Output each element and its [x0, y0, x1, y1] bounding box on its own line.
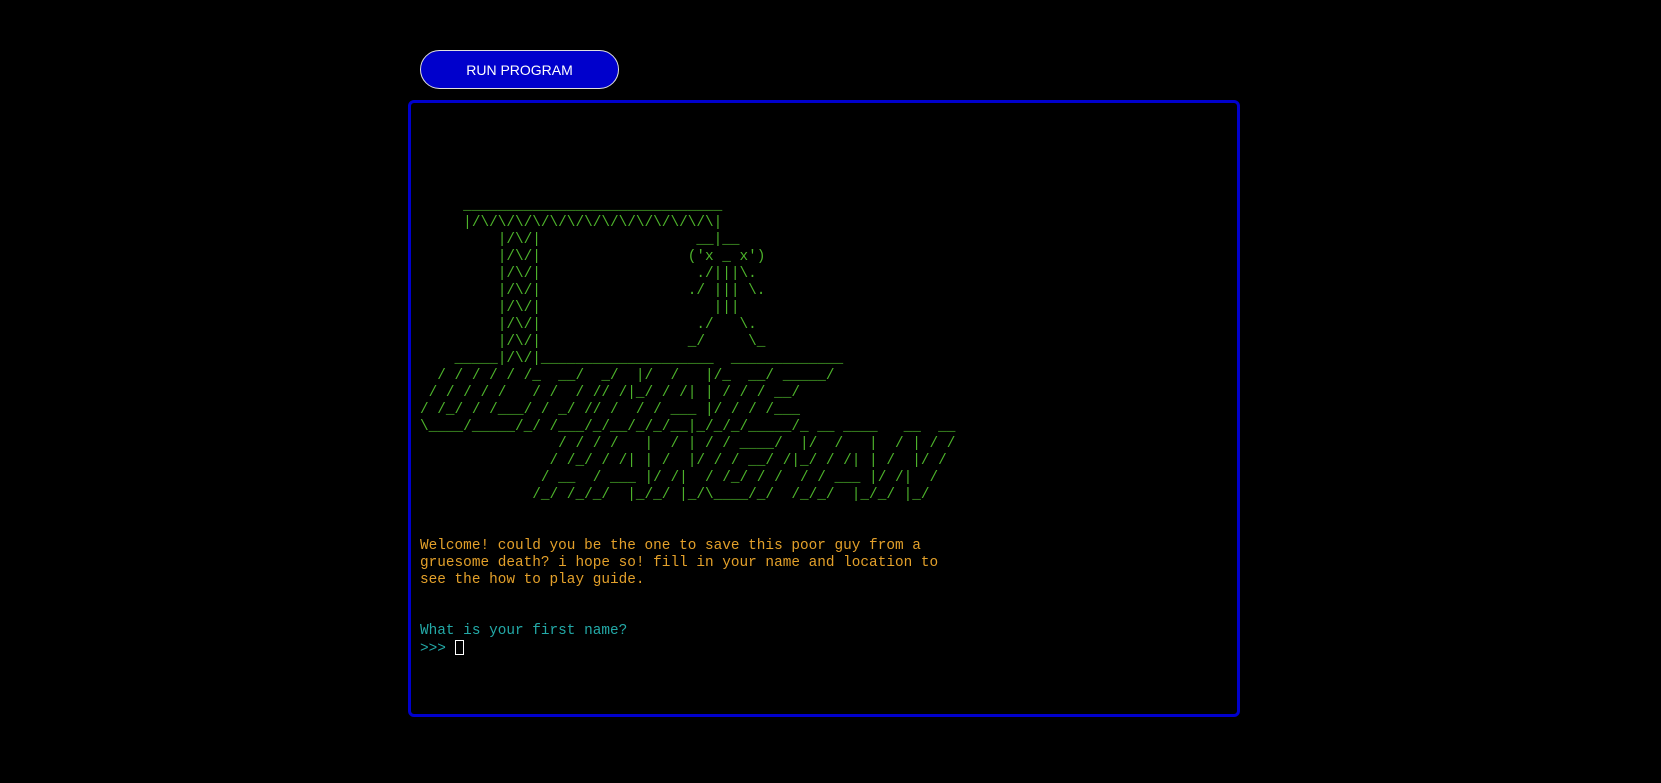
text-cursor[interactable]: [454, 640, 464, 655]
terminal-output: ______________________________ |/\/\/\/\…: [420, 181, 955, 692]
welcome-message: Welcome! could you be the one to save th…: [420, 538, 939, 588]
input-line[interactable]: >>>: [420, 640, 955, 658]
run-program-button[interactable]: RUN PROGRAM: [420, 50, 619, 89]
hangman-ascii-art: ______________________________ |/\/\/\/\…: [420, 198, 956, 503]
first-name-question: What is your first name?: [420, 623, 628, 639]
prompt-symbol: >>>: [420, 641, 455, 657]
terminal-window[interactable]: ______________________________ |/\/\/\/\…: [408, 100, 1240, 717]
page: RUN PROGRAM ____________________________…: [0, 0, 1661, 783]
